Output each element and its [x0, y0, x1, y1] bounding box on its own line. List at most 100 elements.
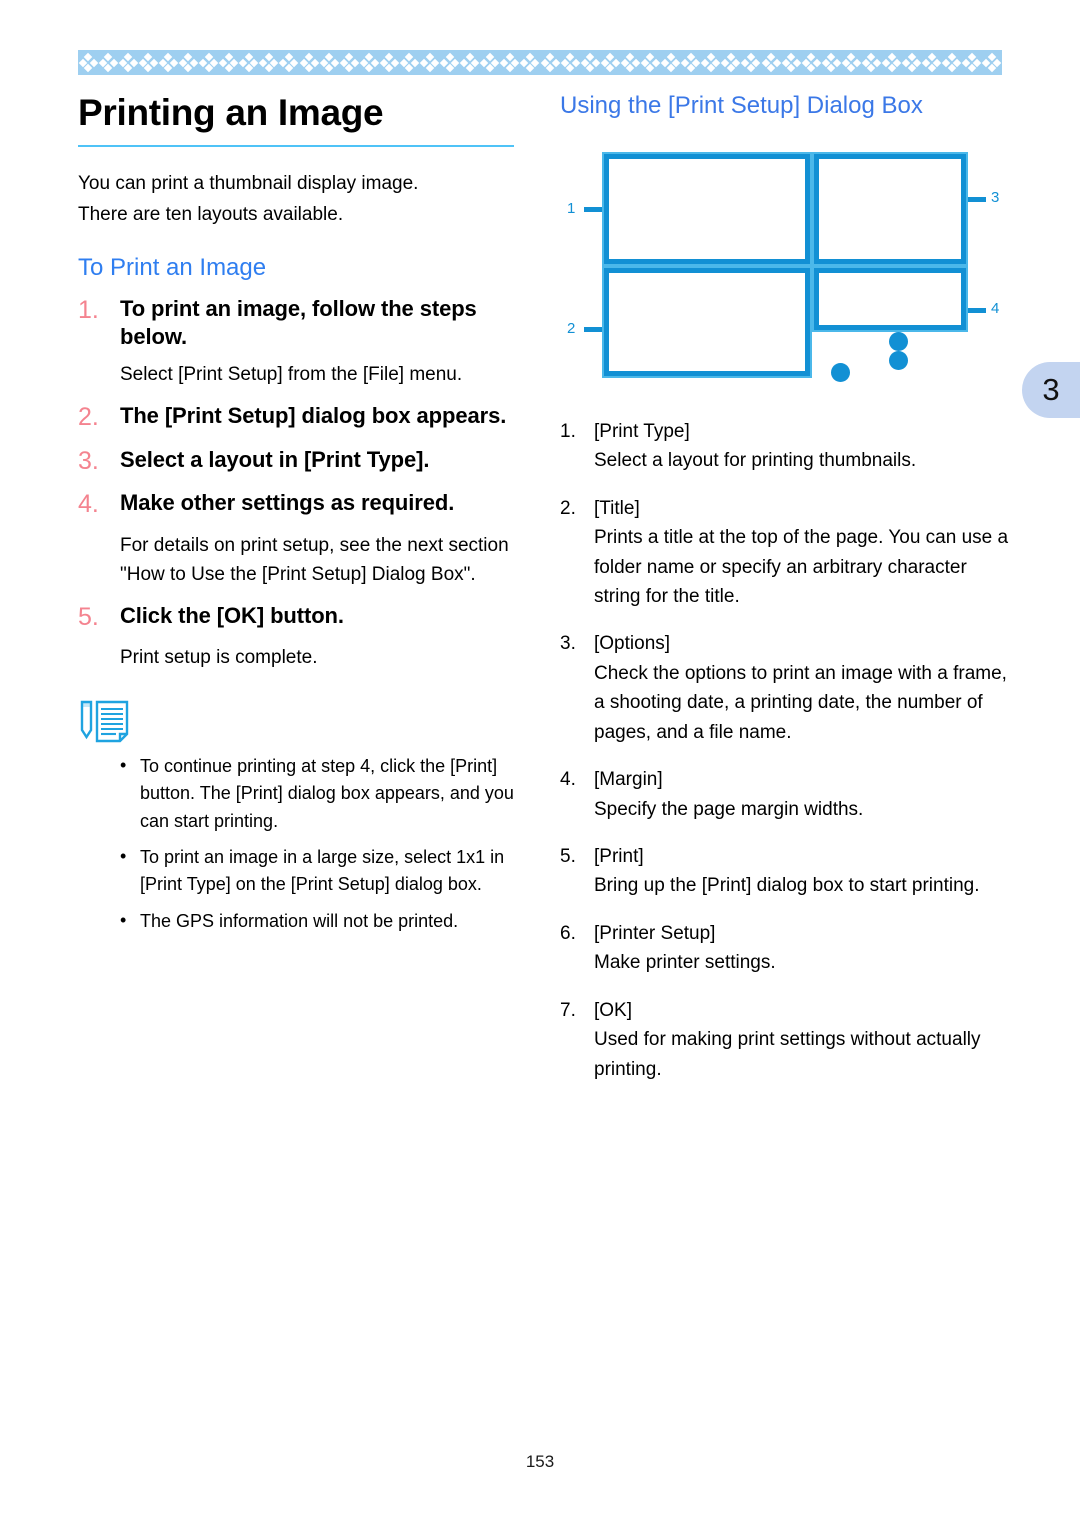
decorative-diamond-motif — [218, 52, 239, 73]
decorative-diamond-motif — [459, 52, 480, 73]
callout-leader-3 — [968, 196, 986, 202]
dialog-item-body: [Margin] Specify the page margin widths. — [594, 765, 1012, 824]
dialog-item-number: 4. — [560, 769, 576, 791]
dialog-item-term: [Title] — [594, 497, 640, 519]
decorative-diamond-motif — [500, 52, 520, 73]
dialog-item-term: [Print] — [594, 846, 644, 868]
title-underline — [78, 145, 514, 148]
dialog-dot-marker — [889, 350, 908, 370]
callout-number-3: 3 — [991, 188, 1000, 206]
step-number: 5. — [78, 602, 99, 631]
decorative-diamond-motif — [861, 52, 882, 73]
step-number: 2. — [78, 403, 99, 432]
step-body: Select [Print Setup] from the [File] men… — [120, 364, 463, 386]
dialog-item-term: [Options] — [594, 633, 671, 655]
dialog-item-term: [Printer Setup] — [594, 922, 716, 944]
step-body: For details on print setup, see the next… — [120, 534, 509, 586]
decorative-diamond-motif — [680, 52, 701, 73]
step-item: 1. To print an image, follow the steps b… — [78, 295, 518, 350]
decorative-diamond-motif — [640, 52, 661, 73]
decorative-diamond-motif — [299, 52, 319, 73]
step-text: Make other settings as required. — [120, 490, 455, 516]
callout-number-1: 1 — [567, 199, 576, 217]
callout-leader-4 — [968, 307, 986, 313]
decorative-diamond-motif — [700, 52, 721, 73]
callout-leader-2 — [584, 326, 602, 332]
dialog-region-title — [602, 265, 812, 378]
decorative-diamond-motif — [761, 52, 781, 73]
decorative-diamond-motif — [439, 52, 460, 73]
dialog-item-number: 6. — [560, 922, 576, 944]
decorative-diamond-motif — [279, 52, 299, 73]
step-text: To print an image, follow the steps belo… — [120, 295, 477, 349]
dialog-item-number: 3. — [560, 633, 576, 655]
dialog-item-description: Check the options to print an image with… — [594, 662, 1007, 743]
chapter-tab-label: 3 — [1042, 372, 1060, 407]
decorative-diamond-motif — [721, 52, 741, 73]
dialog-item-body: [Printer Setup] Make printer settings. — [594, 919, 1012, 978]
decorative-diamond-motif — [480, 52, 500, 73]
decorative-diamond-motif — [841, 52, 862, 73]
step-number: 1. — [78, 295, 99, 324]
dialog-item: 7. [OK] Used for making print settings w… — [560, 996, 1012, 1084]
decorative-diamond-motif — [98, 52, 118, 73]
step-text: Select a layout in [Print Type]. — [120, 446, 430, 472]
callout-number-4: 4 — [991, 299, 1000, 317]
decorative-diamond-motif — [881, 52, 902, 73]
decorative-diamond-motif — [962, 52, 982, 73]
decorative-diamond-motif — [741, 52, 761, 73]
decorative-diamond-motif — [660, 52, 681, 73]
dialog-item-number: 7. — [560, 999, 576, 1021]
step-text: Click the [OK] button. — [120, 602, 344, 628]
dialog-item-term: [OK] — [594, 999, 633, 1021]
dialog-item-description: Make printer settings. — [594, 952, 776, 974]
decorative-diamond-motif — [942, 52, 962, 73]
decorative-diamond-motif — [540, 52, 560, 73]
decorative-diamond-motif — [620, 52, 641, 73]
dialog-item-body: [OK] Used for making print settings with… — [594, 996, 1012, 1084]
dialog-item-description: Specify the page margin widths. — [594, 798, 864, 820]
dialog-item: 3. [Options] Check the options to print … — [560, 629, 1012, 747]
decorative-diamond-motif — [399, 52, 420, 73]
dialog-item-number: 2. — [560, 497, 576, 519]
decorative-diamond-motif — [178, 52, 199, 73]
decorative-diamond-motif — [982, 52, 1002, 73]
step-item: 5. Click the [OK] button. — [78, 602, 518, 634]
dialog-item: 6. [Printer Setup] Make printer settings… — [560, 919, 1012, 978]
dialog-item-term: [Print Type] — [594, 420, 690, 442]
decorative-diamond-motif — [560, 52, 580, 73]
dialog-item: 5. [Print] Bring up the [Print] dialog b… — [560, 842, 1012, 901]
chapter-tab: 3 — [1022, 362, 1080, 418]
decorative-diamond-motif — [359, 52, 379, 73]
memo-pencil-icon — [78, 699, 134, 745]
note-bullet: To continue printing at step 4, click th… — [118, 752, 518, 835]
dialog-item: 2. [Title] Prints a title at the top of … — [560, 494, 1012, 612]
section-heading-to-print-an-image: To Print an Image — [78, 253, 267, 281]
intro-line-1: You can print a thumbnail display image. — [78, 173, 419, 195]
step-number: 4. — [78, 490, 99, 519]
dialog-item-number: 1. — [560, 420, 576, 442]
dialog-item-number: 5. — [560, 846, 576, 868]
dialog-item-term: [Margin] — [594, 769, 663, 791]
decorative-diamond-motif — [419, 52, 440, 73]
dialog-item-body: [Print Type] Select a layout for printin… — [594, 417, 1012, 476]
dialog-item: 1. [Print Type] Select a layout for prin… — [560, 417, 1012, 476]
callout-leader-1 — [584, 206, 602, 212]
decorative-diamond-motif — [379, 52, 400, 73]
step-number: 3. — [78, 446, 99, 475]
decorative-diamond-motif — [259, 52, 279, 73]
dialog-item-body: [Print] Bring up the [Print] dialog box … — [594, 842, 1012, 901]
decorative-diamond-motif — [319, 52, 339, 73]
decorative-diamond-motif — [138, 52, 159, 73]
decorative-diamond-motif — [339, 52, 359, 73]
note-bullet: The GPS information will not be printed. — [118, 907, 518, 935]
note-bullet-list: To continue printing at step 4, click th… — [78, 752, 518, 935]
callout-number-2: 2 — [567, 319, 576, 337]
dialog-item-description: Bring up the [Print] dialog box to start… — [594, 875, 980, 897]
decorative-diamond-motif — [118, 52, 138, 73]
dialog-item-description-list: 1. [Print Type] Select a layout for prin… — [560, 417, 1012, 1084]
dialog-item-description: Select a layout for printing thumbnails. — [594, 450, 917, 472]
decorative-diamond-motif — [580, 52, 600, 73]
decorative-diamond-motif — [78, 52, 98, 73]
dialog-item-body: [Title] Prints a title at the top of the… — [594, 494, 1012, 612]
